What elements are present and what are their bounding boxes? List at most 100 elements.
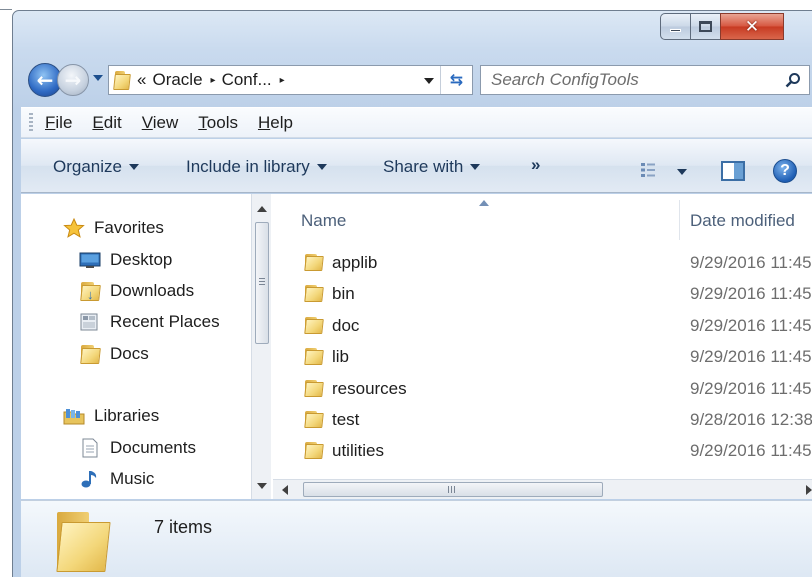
include-in-library-label: Include in library <box>186 157 310 176</box>
column-divider[interactable] <box>679 200 680 240</box>
breadcrumb-overflow[interactable]: « <box>137 70 146 90</box>
file-name: resources <box>332 379 407 398</box>
libraries-icon <box>63 409 85 425</box>
more-commands-button[interactable]: » <box>531 155 540 175</box>
column-header-name[interactable]: Name <box>301 211 346 231</box>
nav-downloads-label: Downloads <box>110 281 195 300</box>
nav-favorites-label: Favorites <box>94 218 164 237</box>
folder-icon <box>55 511 112 573</box>
share-with-label: Share with <box>383 157 464 176</box>
nav-libraries-label: Libraries <box>94 406 160 425</box>
nav-desktop[interactable]: Desktop <box>79 250 172 270</box>
file-list[interactable]: Name Date modified applib 9/29/2016 11:4… <box>273 194 812 479</box>
column-header-date-modified[interactable]: Date modified <box>690 211 795 231</box>
table-row[interactable]: doc 9/29/2016 11:45 A <box>273 311 812 339</box>
help-icon[interactable]: ? <box>773 159 797 183</box>
file-date: 9/29/2016 11:45 A <box>690 316 812 335</box>
search-icon[interactable] <box>785 72 801 88</box>
folder-icon <box>303 316 324 335</box>
nav-documents[interactable]: Documents <box>79 438 196 458</box>
music-note-icon <box>81 471 97 488</box>
forward-arrow-icon: → <box>64 68 82 92</box>
column-headers: Name Date modified <box>273 194 812 240</box>
minimize-icon <box>670 28 681 32</box>
file-date: 9/29/2016 11:45 A <box>690 441 812 460</box>
refresh-icon: ⇆ <box>449 72 464 89</box>
scroll-left-icon[interactable] <box>282 485 288 495</box>
file-date: 9/29/2016 11:45 A <box>690 253 812 272</box>
menu-bar: File Edit View Tools Help <box>21 107 812 138</box>
forward-button[interactable]: → <box>57 64 89 96</box>
explorer-window: ✕ ← → « Oracle ▸ Conf... ▸ ⇆ Search Conf… <box>12 10 812 577</box>
table-row[interactable]: utilities 9/29/2016 11:45 A <box>273 436 812 464</box>
file-name: lib <box>332 347 350 366</box>
file-date: 9/28/2016 12:38 P <box>690 410 812 429</box>
nav-libraries[interactable]: Libraries <box>63 406 159 426</box>
file-date: 9/29/2016 11:45 A <box>690 284 812 303</box>
nav-favorites[interactable]: Favorites <box>63 218 164 238</box>
folder-icon <box>303 253 324 272</box>
caption-buttons: ✕ <box>660 13 784 40</box>
breadcrumb-oracle[interactable]: Oracle <box>152 70 202 90</box>
desktop-icon <box>79 252 101 268</box>
back-arrow-icon: ← <box>36 68 54 92</box>
scroll-down-icon[interactable] <box>257 483 267 489</box>
document-icon <box>82 438 98 458</box>
close-button[interactable]: ✕ <box>720 13 784 40</box>
downloads-folder-icon: ↓ <box>79 281 101 302</box>
search-placeholder: Search ConfigTools <box>491 70 639 89</box>
table-row[interactable]: test 9/28/2016 12:38 P <box>273 405 812 433</box>
menu-edit[interactable]: Edit <box>92 113 121 133</box>
nav-docs-label: Docs <box>110 344 149 363</box>
content-area: Favorites Desktop ↓ Downloads Recent Pla… <box>21 194 812 499</box>
scroll-right-icon[interactable] <box>806 485 812 495</box>
table-row[interactable]: applib 9/29/2016 11:45 A <box>273 248 812 276</box>
breadcrumb-conf[interactable]: Conf... <box>222 70 272 90</box>
breadcrumb-separator-icon[interactable]: ▸ <box>211 75 216 86</box>
menu-help[interactable]: Help <box>258 113 293 133</box>
recent-pages-dropdown[interactable] <box>93 75 103 81</box>
share-with-button[interactable]: Share with <box>383 157 481 177</box>
table-row[interactable]: resources 9/29/2016 11:45 A <box>273 374 812 402</box>
close-icon: ✕ <box>744 16 760 37</box>
organize-button[interactable]: Organize <box>53 157 139 177</box>
folder-icon <box>303 347 324 366</box>
menu-file[interactable]: File <box>45 113 72 133</box>
folder-icon <box>303 410 324 429</box>
preview-pane-icon[interactable] <box>721 161 745 181</box>
view-options-dropdown[interactable] <box>677 169 687 175</box>
search-input[interactable]: Search ConfigTools <box>480 65 810 95</box>
change-view-icon[interactable] <box>641 163 665 177</box>
breadcrumb-separator-icon[interactable]: ▸ <box>280 75 285 86</box>
file-name: doc <box>332 316 360 335</box>
menu-tools[interactable]: Tools <box>198 113 238 133</box>
folder-icon <box>303 379 324 398</box>
table-row[interactable]: lib 9/29/2016 11:45 A <box>273 342 812 370</box>
address-history-dropdown[interactable] <box>424 78 434 84</box>
nav-scroll-thumb[interactable] <box>255 222 269 344</box>
nav-recent-places[interactable]: Recent Places <box>79 312 220 332</box>
scroll-up-icon[interactable] <box>257 206 267 212</box>
details-pane: 7 items <box>21 500 812 577</box>
minimize-button[interactable] <box>660 13 690 40</box>
nav-docs[interactable]: Docs <box>79 344 149 364</box>
nav-desktop-label: Desktop <box>110 250 173 269</box>
refresh-button[interactable]: ⇆ <box>440 66 472 94</box>
maximize-button[interactable] <box>690 13 720 40</box>
folder-icon <box>303 284 324 303</box>
address-bar[interactable]: « Oracle ▸ Conf... ▸ ⇆ <box>108 65 473 95</box>
include-in-library-button[interactable]: Include in library <box>186 157 327 177</box>
window-edge-tick <box>0 9 12 10</box>
horizontal-scroll-thumb[interactable] <box>303 482 603 497</box>
navigation-pane[interactable]: Favorites Desktop ↓ Downloads Recent Pla… <box>21 194 251 499</box>
menu-view[interactable]: View <box>142 113 179 133</box>
nav-pane-scrollbar[interactable] <box>251 194 271 499</box>
file-name: utilities <box>332 441 384 460</box>
organize-dropdown-icon <box>128 164 139 170</box>
nav-music[interactable]: Music <box>79 469 154 489</box>
file-list-horizontal-scrollbar[interactable] <box>273 479 812 499</box>
nav-downloads[interactable]: ↓ Downloads <box>79 281 195 302</box>
file-date: 9/29/2016 11:45 A <box>690 347 812 366</box>
table-row[interactable]: bin 9/29/2016 11:45 A <box>273 279 812 307</box>
include-dropdown-icon <box>316 164 327 170</box>
